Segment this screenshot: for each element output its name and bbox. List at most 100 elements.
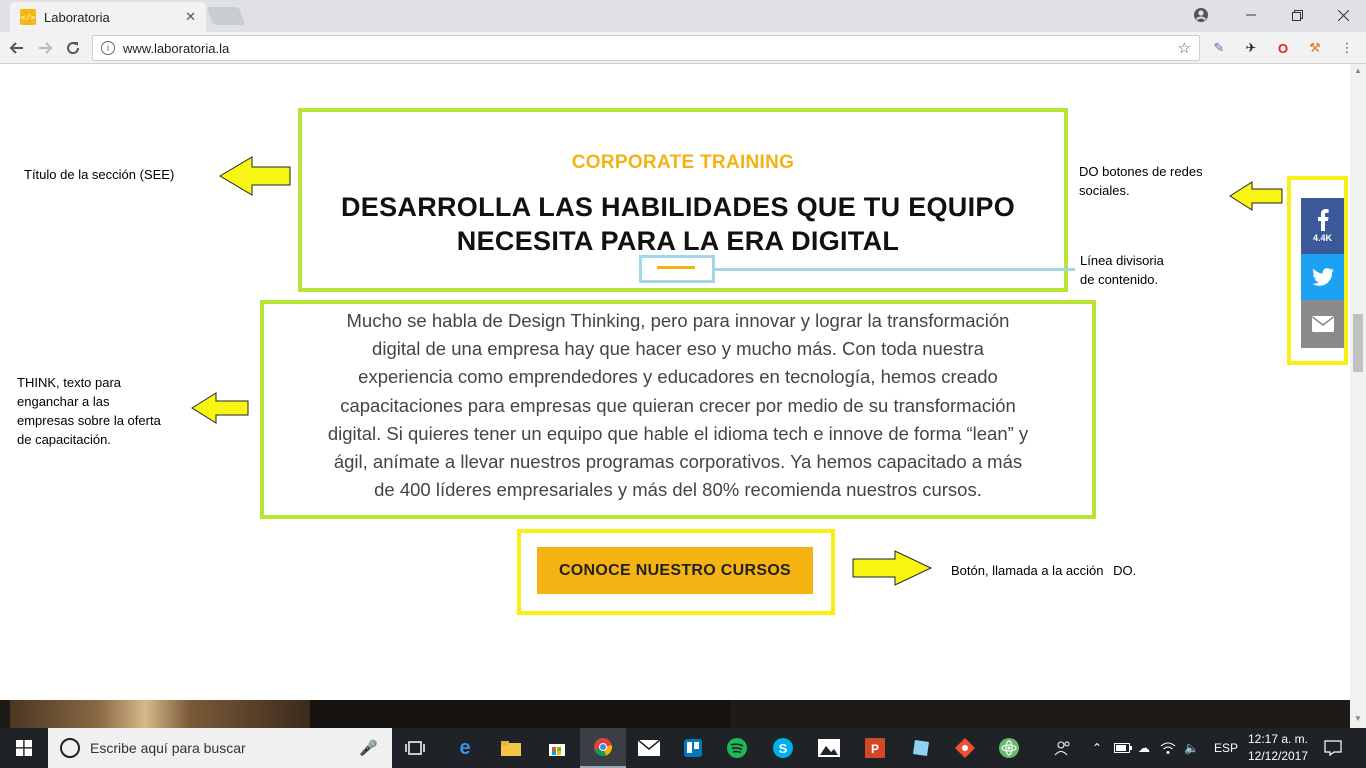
- social-note-line: DO botones de redes: [1079, 164, 1203, 179]
- think-note-line: enganchar a las: [17, 394, 110, 409]
- new-tab-button[interactable]: [206, 7, 246, 25]
- restore-window-button[interactable]: [1274, 0, 1320, 30]
- email-share-button[interactable]: [1301, 300, 1344, 348]
- hammer-extension-icon[interactable]: ⚒: [1306, 39, 1324, 57]
- site-info-icon[interactable]: i: [101, 41, 115, 55]
- think-note: THINK, texto para enganchar a las empres…: [17, 373, 161, 449]
- cortana-icon: [60, 738, 80, 758]
- scroll-down-icon[interactable]: ▼: [1353, 714, 1363, 724]
- profile-icon[interactable]: [1178, 0, 1224, 30]
- body-line: digital. Si quieres tener un equipo que …: [327, 422, 1029, 444]
- tab-title: Laboratoria: [44, 9, 110, 25]
- spotify-icon[interactable]: [714, 728, 760, 768]
- facebook-icon: [1317, 209, 1329, 231]
- next-section-photo: [0, 700, 1350, 728]
- svg-text:S: S: [779, 741, 788, 756]
- wifi-icon[interactable]: [1160, 728, 1176, 768]
- battery-icon[interactable]: [1114, 728, 1132, 768]
- cta-arrow-icon: [852, 550, 933, 586]
- body-line: capacitaciones para empresas que quieran…: [340, 394, 1016, 416]
- photos-icon[interactable]: [806, 728, 852, 768]
- browser-toolbar: i www.laboratoria.la ☆ ✎ ✈ O ⚒ ⋮: [0, 32, 1366, 64]
- volume-icon[interactable]: 🔈: [1184, 728, 1199, 768]
- email-icon: [1311, 316, 1334, 332]
- file-explorer-icon[interactable]: [488, 728, 534, 768]
- close-tab-icon[interactable]: ✕: [185, 9, 196, 25]
- think-arrow-icon: [191, 392, 249, 424]
- title-arrow-icon: [219, 156, 291, 196]
- powerpoint-icon[interactable]: P: [852, 728, 898, 768]
- body-line: de 400 líderes empresariales y más del 8…: [374, 479, 982, 501]
- divider-highlight-box: [639, 255, 715, 283]
- skype-icon[interactable]: S: [760, 728, 806, 768]
- divider-note-line: Línea divisoria: [1080, 253, 1164, 268]
- page-scrollbar[interactable]: ▲ ▼: [1350, 64, 1366, 728]
- extension-icon[interactable]: ✈: [1242, 39, 1260, 57]
- browser-tab-bar: </> Laboratoria ✕: [0, 0, 1366, 32]
- divider-connector-line: [715, 268, 1075, 271]
- show-hidden-icons-icon[interactable]: ⌃: [1092, 728, 1102, 768]
- windows-start-button[interactable]: [0, 728, 48, 768]
- body-line: experiencia como emprendedores y educado…: [358, 366, 998, 388]
- body-line: digital de una empresa hay que hacer eso…: [372, 338, 984, 360]
- minimize-window-button[interactable]: [1228, 0, 1274, 30]
- think-note-line: empresas sobre la oferta: [17, 413, 161, 428]
- clock-date: 12/12/2017: [1247, 749, 1309, 763]
- headline-line-1: DESARROLLA LAS HABILIDADES QUE TU EQUIPO: [340, 192, 1016, 222]
- windows-taskbar: Escribe aquí para buscar 🎤 e S P ⌃ ☁ 🔈 E…: [0, 728, 1366, 768]
- microphone-icon[interactable]: 🎤: [359, 739, 378, 757]
- divider-note-line: de contenido.: [1080, 272, 1159, 287]
- section-body-text: Mucho se habla de Design Thinking, pero …: [280, 307, 1076, 504]
- laboratoria-favicon-icon: </>: [20, 9, 36, 25]
- adblock-extension-icon[interactable]: O: [1274, 39, 1292, 57]
- photo-fragment: [10, 700, 310, 728]
- address-bar[interactable]: i www.laboratoria.la ☆: [92, 35, 1200, 61]
- app-icon[interactable]: [898, 728, 944, 768]
- url-text: www.laboratoria.la: [123, 40, 230, 56]
- notifications-icon[interactable]: [1324, 728, 1342, 768]
- social-note-line: sociales.: [1079, 183, 1130, 198]
- twitter-icon: [1311, 268, 1334, 286]
- web-page: CORPORATE TRAINING DESARROLLA LAS HABILI…: [0, 64, 1350, 728]
- input-language[interactable]: ESP: [1214, 728, 1238, 768]
- back-arrow-icon[interactable]: [4, 36, 30, 60]
- think-note-line: THINK, texto para: [17, 375, 122, 390]
- section-headline: DESARROLLA LAS HABILIDADES QUE TU EQUIPO…: [305, 190, 1051, 258]
- chrome-icon[interactable]: [580, 728, 626, 768]
- onedrive-icon[interactable]: ☁: [1138, 728, 1150, 768]
- reload-icon[interactable]: [60, 36, 86, 60]
- title-note: Título de la sección (SEE): [24, 167, 175, 182]
- body-line: ágil, anímate a llevar nuestros programa…: [333, 451, 1023, 473]
- conoce-cursos-button[interactable]: CONOCE NUESTRO CURSOS: [537, 547, 813, 594]
- edge-browser-icon[interactable]: e: [442, 728, 488, 768]
- eyedropper-extension-icon[interactable]: ✎: [1210, 39, 1228, 57]
- section-kicker: CORPORATE TRAINING: [571, 152, 795, 173]
- social-arrow-icon: [1229, 181, 1283, 211]
- chrome-menu-icon[interactable]: ⋮: [1338, 39, 1356, 57]
- button-note-text: Botón, llamada a la acción: [951, 563, 1104, 578]
- sourcetree-icon[interactable]: [942, 728, 988, 768]
- trello-icon[interactable]: [670, 728, 716, 768]
- mail-icon[interactable]: [626, 728, 672, 768]
- taskbar-search-placeholder: Escribe aquí para buscar: [90, 740, 246, 756]
- windows-logo-icon: [16, 740, 32, 756]
- content-divider: [657, 266, 695, 269]
- bookmark-star-icon[interactable]: ☆: [1178, 39, 1191, 57]
- body-line: Mucho se habla de Design Thinking, pero …: [346, 310, 1010, 331]
- close-window-button[interactable]: [1320, 0, 1366, 30]
- atom-icon[interactable]: [986, 728, 1032, 768]
- taskbar-search-box[interactable]: Escribe aquí para buscar 🎤: [48, 728, 392, 768]
- browser-tab[interactable]: </> Laboratoria ✕: [10, 2, 206, 32]
- facebook-share-button[interactable]: 4.4K: [1301, 198, 1344, 254]
- task-view-icon[interactable]: [392, 728, 438, 768]
- twitter-share-button[interactable]: [1301, 254, 1344, 300]
- system-clock[interactable]: 12:17 a. m. 12/12/2017: [1238, 731, 1318, 765]
- facebook-share-count: 4.4K: [1312, 233, 1332, 243]
- store-icon[interactable]: [534, 728, 580, 768]
- people-icon[interactable]: [1054, 728, 1072, 768]
- scroll-up-icon[interactable]: ▲: [1353, 66, 1363, 76]
- forward-arrow-icon[interactable]: [32, 36, 58, 60]
- headline-line-2: NECESITA PARA LA ERA DIGITAL: [456, 226, 900, 256]
- svg-text:P: P: [871, 742, 879, 756]
- scroll-thumb[interactable]: [1353, 314, 1363, 372]
